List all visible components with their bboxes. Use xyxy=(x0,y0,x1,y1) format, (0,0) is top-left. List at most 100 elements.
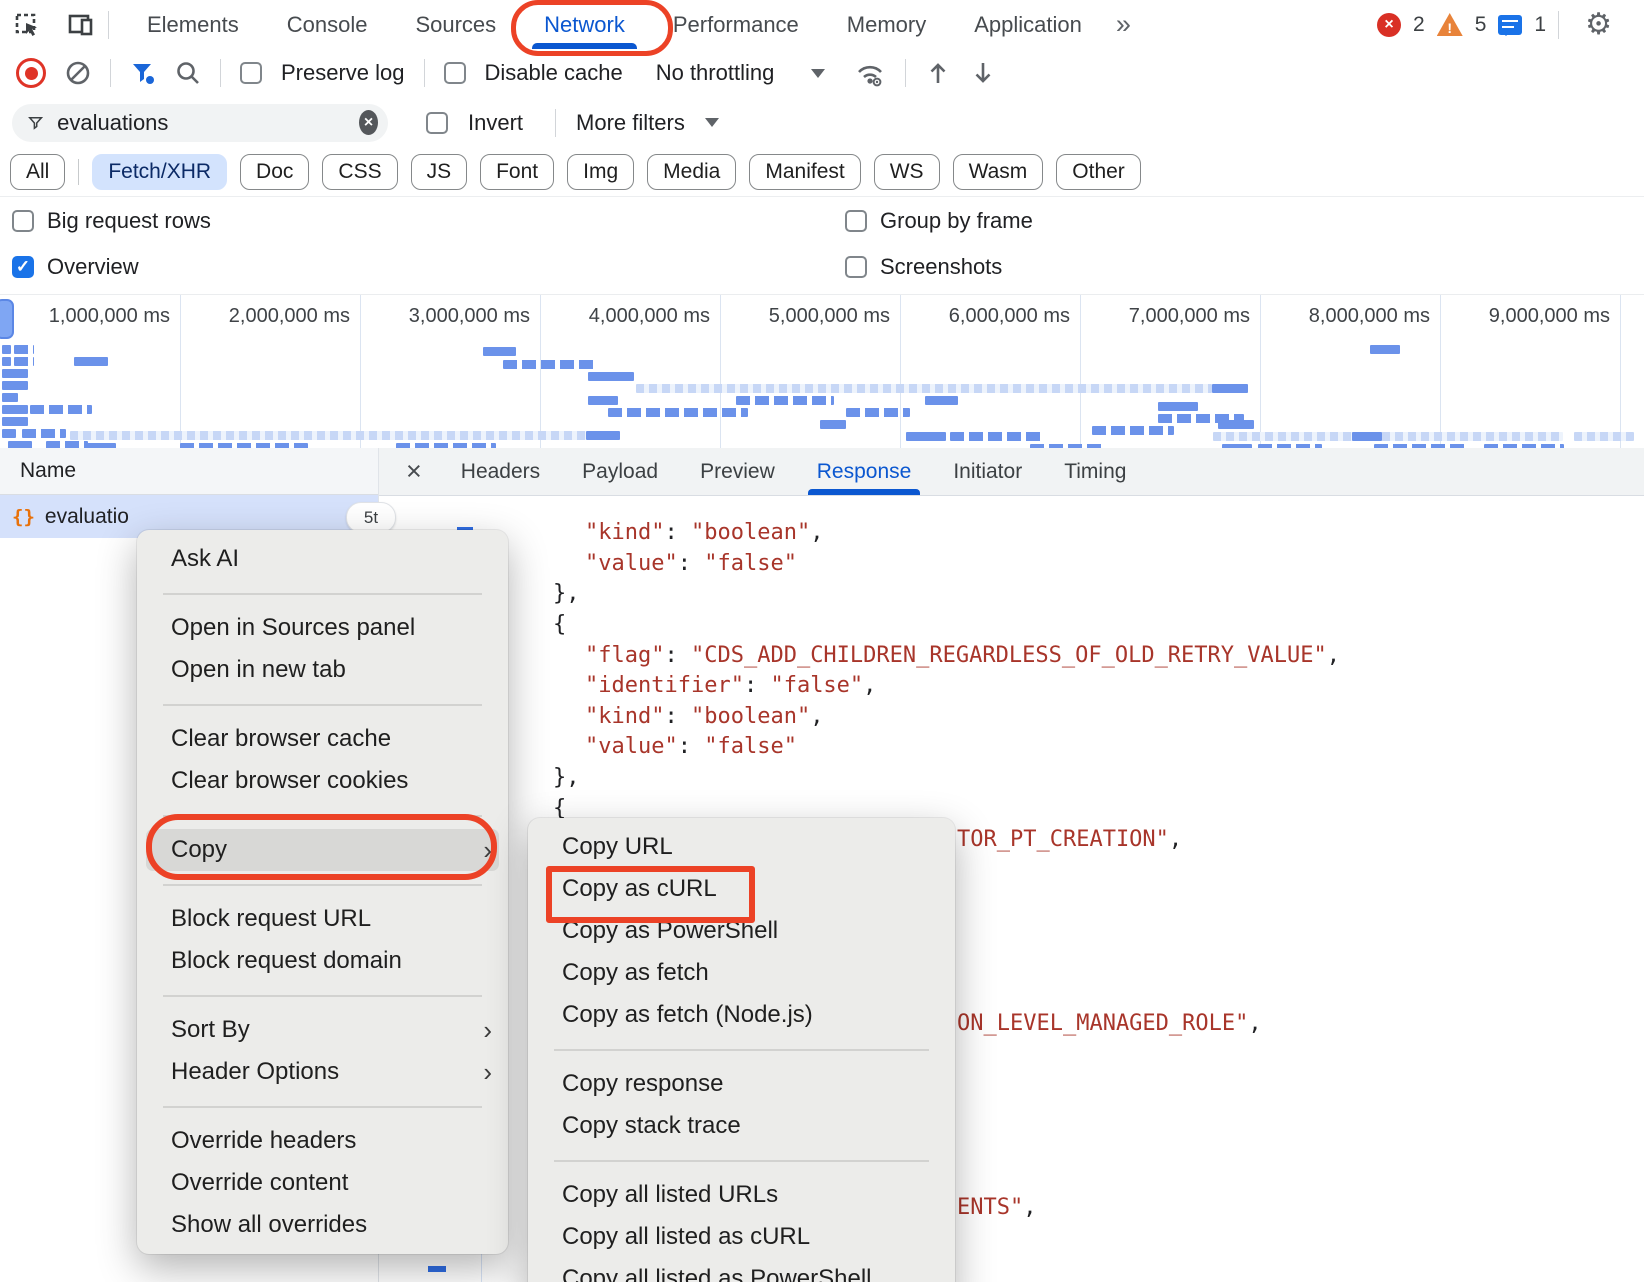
menu-item-copy-stack-trace[interactable]: Copy stack trace xyxy=(528,1105,955,1147)
filter-input[interactable] xyxy=(55,109,347,137)
throttling-caret-icon[interactable] xyxy=(811,69,825,78)
type-filter-fetch-xhr[interactable]: Fetch/XHR xyxy=(92,154,227,190)
menu-item-open-in-sources-panel[interactable]: Open in Sources panel xyxy=(137,607,508,649)
type-filter-other[interactable]: Other xyxy=(1056,154,1141,190)
type-filter-ws[interactable]: WS xyxy=(874,154,940,190)
type-filter-css[interactable]: CSS xyxy=(322,154,397,190)
more-filters-button[interactable]: More filters xyxy=(576,110,685,136)
menu-item-block-request-domain[interactable]: Block request domain xyxy=(137,940,508,982)
issues-icon[interactable] xyxy=(1498,15,1522,35)
type-filter-all[interactable]: All xyxy=(10,154,65,190)
timeline-tick-label: 9,000,000 ms xyxy=(1440,305,1610,328)
waterfall-bar xyxy=(736,396,834,405)
panel-tab-network[interactable]: Network xyxy=(520,1,649,49)
timeline-tick-label: 4,000,000 ms xyxy=(540,305,710,328)
name-column-header[interactable]: Name xyxy=(0,448,378,495)
clear-network-log-icon[interactable] xyxy=(65,60,91,86)
detail-tab-preview[interactable]: Preview xyxy=(679,448,796,495)
menu-item-override-headers[interactable]: Override headers xyxy=(137,1120,508,1162)
type-filter-manifest[interactable]: Manifest xyxy=(749,154,860,190)
menu-divider xyxy=(137,982,508,1009)
menu-item-copy-url[interactable]: Copy URL xyxy=(528,826,955,868)
type-filter-doc[interactable]: Doc xyxy=(240,154,309,190)
panel-tab-sources[interactable]: Sources xyxy=(391,1,520,49)
invert-checkbox[interactable] xyxy=(426,112,448,134)
submenu-chevron-icon: › xyxy=(483,1009,492,1051)
close-detail-panel-icon[interactable]: × xyxy=(406,456,422,487)
panel-tab-performance[interactable]: Performance xyxy=(649,1,823,49)
request-type-filters: All Fetch/XHR Doc CSS JS Font Img Media Manifest… xyxy=(0,148,1644,197)
more-panels-chevron[interactable]: » xyxy=(1106,9,1141,40)
group-by-frame-checkbox[interactable] xyxy=(845,210,867,232)
waterfall-bar xyxy=(1158,402,1198,411)
menu-item-copy-as-fetch-node-js[interactable]: Copy as fetch (Node.js) xyxy=(528,994,955,1036)
detail-tab-timing[interactable]: Timing xyxy=(1043,448,1147,495)
error-icon[interactable]: × xyxy=(1377,13,1401,37)
timeline-tick-label: 2,000,000 ms xyxy=(180,305,350,328)
menu-item-sort-by[interactable]: Sort By› xyxy=(137,1009,508,1051)
menu-item-open-in-new-tab[interactable]: Open in new tab xyxy=(137,649,508,691)
menu-item-copy-as-powershell[interactable]: Copy as PowerShell xyxy=(528,910,955,952)
screenshots-checkbox[interactable] xyxy=(845,256,867,278)
filter-icon[interactable] xyxy=(130,60,156,86)
menu-divider xyxy=(137,1093,508,1120)
menu-item-copy-as-fetch[interactable]: Copy as fetch xyxy=(528,952,955,994)
menu-item-copy[interactable]: Copy› xyxy=(146,829,499,871)
waterfall-bar xyxy=(2,345,11,354)
menu-item-copy-response[interactable]: Copy response xyxy=(528,1063,955,1105)
throttling-select[interactable]: No throttling xyxy=(656,60,775,86)
export-har-icon[interactable] xyxy=(970,59,996,87)
more-filters-caret-icon[interactable] xyxy=(705,118,719,127)
search-icon[interactable] xyxy=(175,60,201,86)
menu-item-show-all-overrides[interactable]: Show all overrides xyxy=(137,1204,508,1246)
panel-tab-application[interactable]: Application xyxy=(950,1,1106,49)
settings-gear-icon[interactable]: ⚙ xyxy=(1585,7,1612,42)
menu-item-header-options[interactable]: Header Options› xyxy=(137,1051,508,1093)
big-request-rows-label: Big request rows xyxy=(47,208,211,234)
response-code-line: "flag": "CDS_ADD_CHILDREN_REGARDLESS_OF_… xyxy=(585,643,1340,668)
menu-divider xyxy=(137,691,508,718)
panel-tab-console[interactable]: Console xyxy=(263,1,392,49)
device-toolbar-icon[interactable] xyxy=(54,11,108,39)
panel-tab-elements[interactable]: Elements xyxy=(123,1,263,49)
warning-icon[interactable]: ! xyxy=(1437,13,1463,36)
detail-tab-response[interactable]: Response xyxy=(796,448,933,495)
menu-item-block-request-url[interactable]: Block request URL xyxy=(137,898,508,940)
network-overview-timeline[interactable]: 1,000,000 ms2,000,000 ms3,000,000 ms4,00… xyxy=(0,294,1644,450)
menu-item-copy-all-listed-as-powershell[interactable]: Copy all listed as PowerShell xyxy=(528,1258,955,1282)
inspect-element-icon[interactable] xyxy=(0,11,54,39)
type-filter-media[interactable]: Media xyxy=(647,154,736,190)
menu-item-override-content[interactable]: Override content xyxy=(137,1162,508,1204)
response-code-line: { xyxy=(553,612,566,637)
type-filter-img[interactable]: Img xyxy=(567,154,634,190)
name-column-label: Name xyxy=(20,459,76,483)
import-har-icon[interactable] xyxy=(925,59,951,87)
menu-item-ask-ai[interactable]: Ask AI xyxy=(137,538,508,580)
menu-item-copy-as-curl[interactable]: Copy as cURL xyxy=(528,868,955,910)
record-network-log-button[interactable] xyxy=(16,58,46,88)
detail-tab-payload[interactable]: Payload xyxy=(561,448,679,495)
detail-tab-initiator[interactable]: Initiator xyxy=(932,448,1043,495)
waterfall-bar xyxy=(906,432,946,441)
detail-tab-headers[interactable]: Headers xyxy=(440,448,561,495)
column-divider xyxy=(481,1252,482,1282)
waterfall-bar xyxy=(950,432,1042,441)
filter-input-pill[interactable]: × xyxy=(12,104,388,142)
type-filter-font[interactable]: Font xyxy=(480,154,554,190)
menu-item-copy-all-listed-urls[interactable]: Copy all listed URLs xyxy=(528,1174,955,1216)
waterfall-bar xyxy=(14,345,34,354)
network-conditions-icon[interactable] xyxy=(854,59,886,87)
menu-item-clear-browser-cookies[interactable]: Clear browser cookies xyxy=(137,760,508,802)
overview-checkbox[interactable]: ✓ xyxy=(12,256,34,278)
panel-tab-memory[interactable]: Memory xyxy=(823,1,950,49)
disable-cache-checkbox[interactable] xyxy=(444,62,466,84)
clear-filter-icon[interactable]: × xyxy=(359,110,378,135)
type-filter-wasm[interactable]: Wasm xyxy=(953,154,1044,190)
preserve-log-checkbox[interactable] xyxy=(240,62,262,84)
big-request-rows-checkbox[interactable] xyxy=(12,210,34,232)
menu-divider xyxy=(137,871,508,898)
menu-item-copy-all-listed-as-curl[interactable]: Copy all listed as cURL xyxy=(528,1216,955,1258)
type-filter-js[interactable]: JS xyxy=(411,154,468,190)
timeline-tick-label: 1,000,000 ms xyxy=(0,305,170,328)
menu-item-clear-browser-cache[interactable]: Clear browser cache xyxy=(137,718,508,760)
